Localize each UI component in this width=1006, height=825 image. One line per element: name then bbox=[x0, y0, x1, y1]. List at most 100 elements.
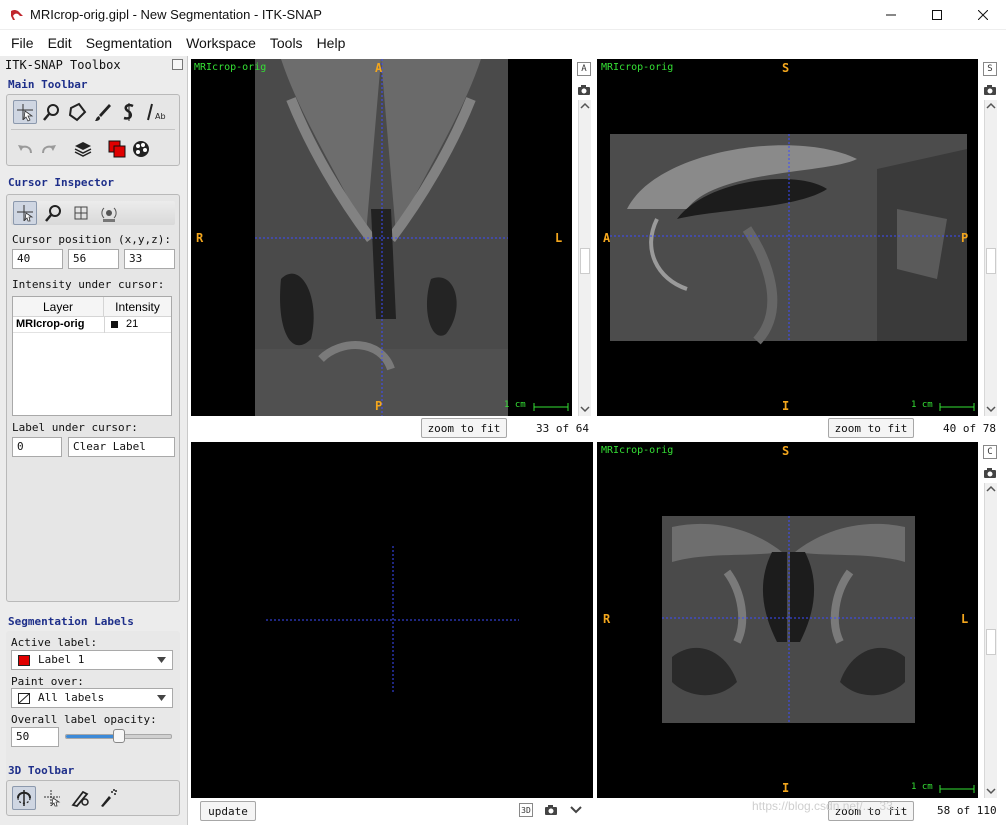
menu-workspace[interactable]: Workspace bbox=[179, 32, 263, 54]
crosshair-tool-icon[interactable] bbox=[13, 100, 37, 124]
menu-file[interactable]: File bbox=[4, 32, 41, 54]
main-toolbar-heading: Main Toolbar bbox=[8, 78, 88, 91]
inspector-sync-tab-icon[interactable] bbox=[97, 201, 121, 225]
layers-icon[interactable] bbox=[71, 137, 95, 161]
axial-slice-scrollbar[interactable] bbox=[578, 100, 591, 416]
axial-orient-left: R bbox=[196, 231, 204, 245]
coronal-crosshair bbox=[662, 516, 915, 723]
snake-tool-icon[interactable] bbox=[117, 100, 141, 124]
opacity-slider[interactable] bbox=[65, 729, 172, 743]
crosshair-3d-tool-icon[interactable] bbox=[40, 786, 64, 810]
sagittal-orient-right: P bbox=[961, 231, 969, 245]
scroll-up-icon[interactable] bbox=[985, 102, 997, 110]
svg-text:Ab: Ab bbox=[155, 112, 166, 121]
close-button[interactable] bbox=[960, 0, 1006, 30]
3d-update-button[interactable]: update bbox=[200, 801, 256, 821]
active-label-value: Label 1 bbox=[38, 653, 85, 666]
active-label-dropdown[interactable]: Label 1 bbox=[11, 650, 173, 670]
maximize-button[interactable] bbox=[914, 0, 960, 30]
rotate-3d-tool-icon[interactable] bbox=[12, 786, 36, 810]
color-palette-icon[interactable] bbox=[129, 137, 153, 161]
zoom-tool-icon[interactable] bbox=[39, 100, 63, 124]
sagittal-scroll-thumb[interactable] bbox=[986, 248, 996, 274]
close-icon bbox=[978, 10, 988, 20]
menu-segmentation[interactable]: Segmentation bbox=[79, 32, 179, 54]
axial-view[interactable]: MRIcrop-orig A P R L 1 cm bbox=[191, 59, 572, 416]
toolbox-title: ITK-SNAP Toolbox bbox=[5, 58, 121, 72]
menu-help[interactable]: Help bbox=[310, 32, 353, 54]
scroll-up-icon[interactable] bbox=[579, 102, 591, 110]
all-labels-swatch-icon bbox=[18, 693, 30, 704]
cursor-y-field[interactable]: 56 bbox=[68, 249, 119, 269]
inspector-zoom-tab-icon[interactable] bbox=[41, 201, 65, 225]
toolbox-undock-button[interactable] bbox=[172, 59, 183, 70]
annotation-tool-icon[interactable]: Ab bbox=[143, 100, 167, 124]
main-toolbar: Ab bbox=[6, 94, 180, 166]
scroll-down-icon[interactable] bbox=[985, 405, 997, 413]
paintbrush-tool-icon[interactable] bbox=[91, 100, 115, 124]
polygon-tool-icon[interactable] bbox=[65, 100, 89, 124]
menu-tools[interactable]: Tools bbox=[263, 32, 310, 54]
sagittal-camera-icon[interactable] bbox=[983, 84, 997, 96]
label-under-cursor-name[interactable]: Clear Label bbox=[68, 437, 175, 457]
sagittal-orient-top: S bbox=[782, 61, 790, 75]
coronal-slice-counter: 58 of 110 bbox=[937, 804, 997, 817]
paint-over-value: All labels bbox=[38, 691, 105, 704]
cursor-position-label: Cursor position (x,y,z): bbox=[12, 233, 171, 246]
coronal-camera-icon[interactable] bbox=[983, 467, 997, 479]
axial-orient-top: A bbox=[375, 61, 383, 75]
coronal-orient-left: R bbox=[603, 612, 611, 626]
sagittal-view-toggle-button[interactable]: S bbox=[983, 62, 997, 76]
table-header-intensity[interactable]: Intensity bbox=[104, 297, 171, 317]
label-editor-icon[interactable] bbox=[105, 137, 129, 161]
sagittal-slice-scrollbar[interactable] bbox=[984, 100, 997, 416]
3d-menu-chevron-icon[interactable] bbox=[570, 806, 582, 814]
table-header-layer[interactable]: Layer bbox=[13, 297, 104, 317]
axial-zoom-to-fit-button[interactable]: zoom to fit bbox=[421, 418, 507, 438]
scroll-up-icon[interactable] bbox=[985, 485, 997, 493]
scroll-down-icon[interactable] bbox=[985, 787, 997, 795]
spray-3d-tool-icon[interactable] bbox=[96, 786, 120, 810]
cursor-inspector-heading: Cursor Inspector bbox=[8, 176, 114, 189]
3d-mode-button[interactable]: 3D bbox=[519, 803, 533, 817]
table-row[interactable]: MRIcrop-orig 21 bbox=[13, 317, 171, 333]
undo-icon[interactable] bbox=[13, 137, 37, 161]
3d-view[interactable] bbox=[191, 442, 593, 798]
scroll-down-icon[interactable] bbox=[579, 405, 591, 413]
inspector-cursor-tab-icon[interactable] bbox=[13, 201, 37, 225]
coronal-view[interactable]: MRIcrop-orig S I R L 1 cm bbox=[597, 442, 978, 798]
sagittal-crosshair bbox=[610, 134, 967, 341]
paint-over-dropdown[interactable]: All labels bbox=[11, 688, 173, 708]
axial-camera-icon[interactable] bbox=[577, 84, 591, 96]
cursor-x-field[interactable]: 40 bbox=[12, 249, 63, 269]
minimize-button[interactable] bbox=[868, 0, 914, 30]
label-under-cursor-label: Label under cursor: bbox=[12, 421, 138, 434]
inspector-layout-tab-icon[interactable] bbox=[69, 201, 93, 225]
sagittal-view[interactable]: MRIcrop-orig S I A P 1 cm bbox=[597, 59, 978, 416]
sagittal-slice-counter: 40 of 78 bbox=[943, 422, 996, 435]
axial-crosshair bbox=[255, 59, 508, 416]
sagittal-orient-bottom: I bbox=[782, 399, 790, 413]
label-under-cursor-value[interactable]: 0 bbox=[12, 437, 62, 457]
redo-icon[interactable] bbox=[37, 137, 61, 161]
axial-view-toggle-button[interactable]: A bbox=[577, 62, 591, 76]
axial-orient-bottom: P bbox=[375, 399, 383, 413]
sagittal-zoom-to-fit-button[interactable]: zoom to fit bbox=[828, 418, 914, 438]
scalpel-3d-tool-icon[interactable] bbox=[68, 786, 92, 810]
chevron-down-icon bbox=[157, 657, 166, 663]
opacity-value-field[interactable]: 50 bbox=[11, 727, 59, 747]
coronal-scalebar bbox=[939, 785, 975, 793]
menu-bar: File Edit Segmentation Workspace Tools H… bbox=[0, 30, 1006, 56]
menu-edit[interactable]: Edit bbox=[41, 32, 79, 54]
axial-scroll-thumb[interactable] bbox=[580, 248, 590, 274]
axial-slice-counter: 33 of 64 bbox=[536, 422, 589, 435]
coronal-slice-scrollbar[interactable] bbox=[984, 483, 997, 798]
opacity-slider-handle[interactable] bbox=[112, 729, 125, 743]
intensity-table: Layer Intensity MRIcrop-orig 21 bbox=[12, 296, 172, 416]
cursor-z-field[interactable]: 33 bbox=[124, 249, 175, 269]
3d-camera-icon[interactable] bbox=[544, 804, 558, 816]
coronal-scroll-thumb[interactable] bbox=[986, 629, 996, 655]
row-intensity-value: 21 bbox=[126, 318, 139, 330]
chevron-down-icon bbox=[157, 695, 166, 701]
coronal-view-toggle-button[interactable]: C bbox=[983, 445, 997, 459]
